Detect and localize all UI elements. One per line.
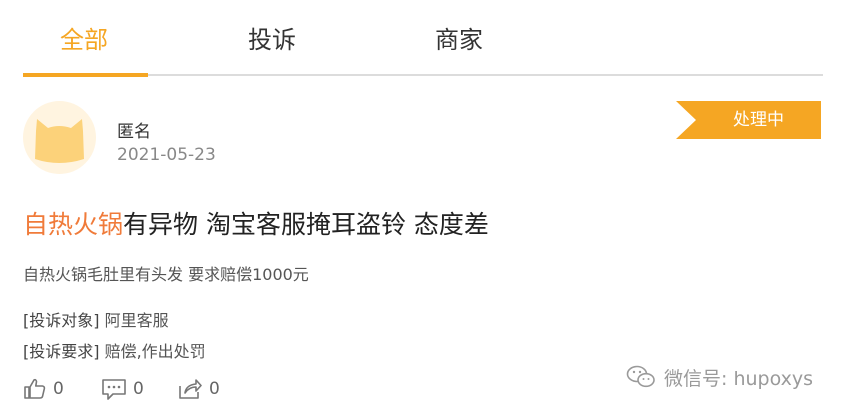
tab-merchant[interactable]: 商家: [435, 20, 483, 55]
cat-avatar-icon: [35, 119, 84, 163]
comment-icon: [102, 379, 126, 400]
share-button[interactable]: 0: [177, 376, 220, 402]
like-count: 0: [53, 379, 64, 399]
tab-all[interactable]: 全部: [60, 20, 108, 55]
title-text: 有异物 淘宝客服掩耳盗铃 态度差: [123, 210, 489, 239]
status-badge: 处理中: [676, 101, 821, 139]
title-highlight: 自热火锅: [23, 210, 124, 239]
watermark-text: 微信号: hupoxys: [664, 367, 814, 390]
complaint-target-label: [投诉对象]: [23, 311, 100, 330]
complaint-request-value: 赔偿,作出处罚: [104, 342, 206, 361]
complaint-title[interactable]: 自热火锅有异物 淘宝客服掩耳盗铃 态度差: [23, 205, 489, 241]
complaint-request-row: [投诉要求] 赔偿,作出处罚: [23, 338, 206, 362]
status-label: 处理中: [733, 110, 784, 130]
avatar[interactable]: [23, 101, 96, 174]
author-name: 匿名: [117, 122, 151, 142]
comment-count: 0: [133, 379, 144, 399]
active-tab-indicator: [23, 73, 148, 77]
complaint-request-label: [投诉要求]: [23, 342, 100, 361]
comment-button[interactable]: 0: [101, 376, 144, 402]
complaint-target-row: [投诉对象] 阿里客服: [23, 307, 169, 331]
like-button[interactable]: 0: [23, 376, 64, 402]
thumbs-up-icon: [24, 378, 46, 399]
wechat-watermark: 微信号: hupoxys: [626, 363, 813, 391]
share-count: 0: [209, 379, 220, 399]
complaint-target-value: 阿里客服: [104, 311, 169, 330]
wechat-icon: [626, 365, 655, 388]
post-date: 2021-05-23: [117, 145, 216, 165]
tab-complaint[interactable]: 投诉: [248, 20, 296, 55]
share-icon: [179, 379, 202, 399]
tab-bar: 全部 投诉 商家: [23, 0, 823, 78]
complaint-description: 自热火锅毛肚里有头发 要求赔偿1000元: [23, 265, 309, 284]
